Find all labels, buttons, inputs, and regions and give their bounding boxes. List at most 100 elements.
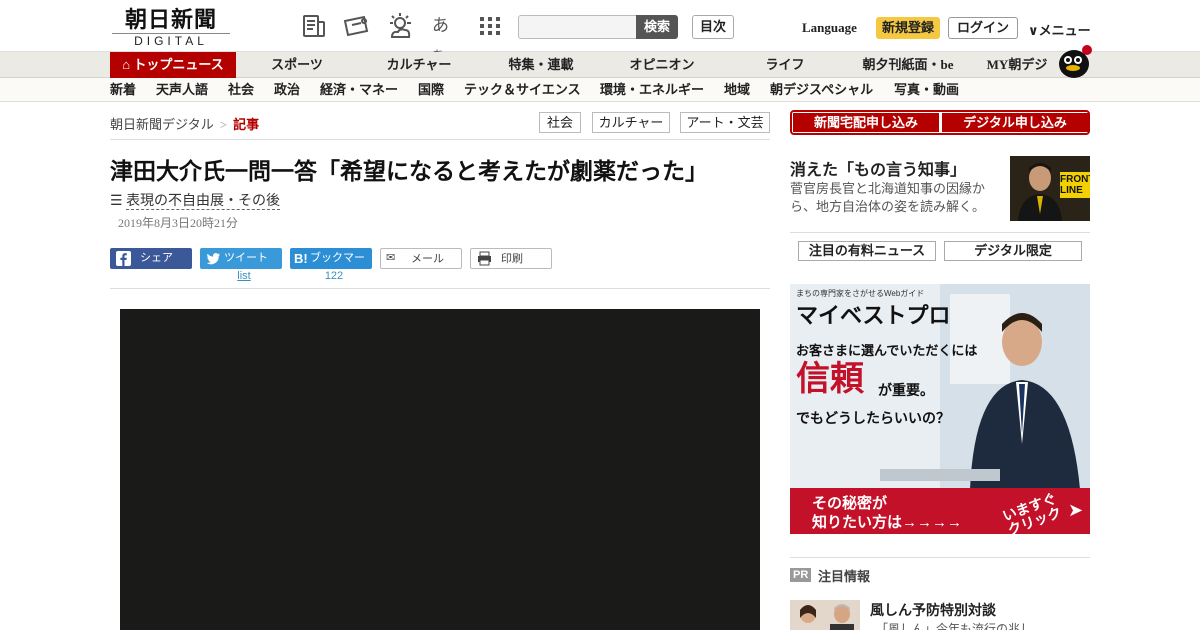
nav-item-my[interactable]: MY朝デジ (982, 52, 1052, 78)
ad-brand: マイベストプロ (796, 303, 951, 328)
breadcrumb: 朝日新聞デジタル > 記事 (110, 114, 259, 133)
subscribe-digital-button[interactable]: デジタル申し込み (942, 113, 1088, 132)
breadcrumb-separator: > (219, 117, 228, 132)
facebook-label: シェア (140, 252, 173, 264)
home-icon: ⌂ (122, 57, 131, 72)
subnav-item[interactable]: 天声人語 (156, 78, 208, 102)
nav-item-top-news[interactable]: ⌂ トップニュース (110, 52, 236, 78)
hatena-icon: B! (294, 251, 308, 266)
nav-item-paper[interactable]: 朝夕刊紙面・be (856, 52, 960, 78)
site-header: 朝日新聞 DIGITAL ああ 検索 目次 Language 新規登録 ログイン… (0, 0, 1200, 62)
pr-section-title: 注目情報 (818, 569, 871, 584)
subnav-item[interactable]: 新着 (110, 78, 136, 102)
nav-item-opinion[interactable]: オピニオン (622, 52, 702, 78)
nav-item-features[interactable]: 特集・連載 (502, 52, 580, 78)
subnav-item[interactable]: 地域 (724, 78, 750, 102)
divider (790, 232, 1090, 233)
sub-nav: 新着 天声人語 社会 政治 経済・マネー 国際 テック＆サイエンス 環境・エネル… (0, 78, 1200, 102)
tab-digital-only[interactable]: デジタル限定 (944, 241, 1082, 261)
tag-culture[interactable]: カルチャー (592, 112, 670, 133)
nav-item-culture[interactable]: カルチャー (380, 52, 458, 78)
ad-cta1: その秘密が (812, 495, 888, 512)
pr-photo (790, 600, 860, 630)
subnav-item[interactable]: 写真・動画 (894, 78, 959, 102)
subscribe-bar: 新聞宅配申し込み デジタル申し込み (790, 110, 1090, 135)
tag-society[interactable]: 社会 (539, 112, 581, 133)
feature-thumbnail[interactable]: FRONT LINE (1010, 156, 1090, 221)
print-icon (478, 251, 491, 266)
pr-headline[interactable]: 風しん予防特別対談 (870, 600, 996, 620)
site-logo[interactable]: 朝日新聞 DIGITAL (112, 7, 230, 47)
tag-art[interactable]: アート・文芸 (680, 112, 770, 133)
main-nav: ⌂ トップニュース スポーツ カルチャー 特集・連載 オピニオン ライフ 朝夕刊… (0, 52, 1200, 78)
divider (110, 139, 770, 140)
font-size-icon[interactable]: ああ (432, 12, 460, 62)
pr-thumbnail[interactable] (790, 600, 860, 630)
language-link[interactable]: Language (802, 20, 857, 36)
nav-label: トップニュース (133, 57, 224, 72)
feature-logo-text: FRONT LINE (1060, 174, 1090, 196)
subnav-item[interactable]: 政治 (274, 78, 300, 102)
mascot-icon (1056, 44, 1092, 78)
twitter-icon (206, 253, 220, 265)
mail-label: メール (411, 253, 444, 265)
facebook-icon (116, 251, 131, 266)
grid-menu-icon[interactable] (476, 12, 504, 40)
nav-item-sports[interactable]: スポーツ (262, 52, 332, 78)
mail-button[interactable]: ✉ メール (380, 248, 462, 269)
subnav-item[interactable]: 国際 (418, 78, 444, 102)
logo-text: 朝日新聞 (124, 7, 217, 32)
pr-badge: PR (790, 568, 812, 582)
menu-button[interactable]: ∨メニュー (1028, 20, 1091, 39)
nav-item-life[interactable]: ライフ (760, 52, 810, 78)
signup-button[interactable]: 新規登録 (876, 17, 940, 39)
tab-paid-news[interactable]: 注目の有料ニュース (798, 241, 936, 261)
subnav-item[interactable]: 朝デジスペシャル (770, 78, 873, 102)
list-icon: ☰ (110, 194, 123, 209)
article-title: 津田大介氏一問一答「希望になると考えたが劇薬だった」 (110, 159, 708, 184)
ad-big-text: 信頼 (796, 361, 864, 398)
newspaper-icon[interactable] (300, 12, 328, 40)
series-label: 表現の不自由展・その後 (126, 194, 281, 210)
ad-banner[interactable]: まちの専門家をさがせるWebガイド マイベストプロ お客さまに選んでいただくには… (790, 284, 1090, 534)
series-link[interactable]: ☰ 表現の不自由展・その後 (110, 190, 281, 210)
ad-cta2: 知りたい方は→→→→ (812, 514, 963, 531)
facebook-share-button[interactable]: シェア (110, 248, 192, 269)
subnav-item[interactable]: 環境・エネルギー (600, 78, 704, 102)
search-input[interactable] (518, 15, 638, 39)
menu-label: メニュー (1038, 23, 1091, 38)
twitter-share-button[interactable]: ツイート (200, 248, 282, 269)
hatena-bookmark-button[interactable]: B! ブックマーク (290, 248, 372, 285)
subnav-item[interactable]: テック＆サイエンス (464, 78, 581, 102)
logo-subtext: DIGITAL (112, 33, 230, 47)
article-date: 2019年8月3日20時21分 (118, 216, 239, 230)
chevron-down-icon: ∨ (1028, 23, 1039, 38)
subnav-item[interactable]: 経済・マネー (320, 78, 398, 102)
cursor-icon: ➤ (1068, 500, 1084, 520)
divider (110, 288, 770, 289)
twitter-label: ツイート (224, 252, 268, 264)
subscribe-paper-button[interactable]: 新聞宅配申し込み (793, 113, 939, 132)
search-button[interactable]: 検索 (636, 15, 678, 39)
index-button[interactable]: 目次 (692, 15, 734, 39)
ad-line1: お客さまに選んでいただくには (796, 343, 978, 358)
divider (790, 557, 1090, 558)
ad-line3: でもどうしたらいいの？ (796, 412, 950, 427)
twitter-count[interactable]: list (200, 270, 288, 282)
pr-subtext: 「風しん」今年も流行の兆し (876, 622, 1033, 630)
login-button[interactable]: ログイン (948, 17, 1018, 39)
feature-description: 菅官房長官と北海道知事の因縁から、地方自治体の姿を読み解く。 (790, 181, 986, 214)
mail-icon: ✉ (386, 252, 396, 264)
feature-title[interactable]: 消えた「もの言う知事」 (790, 156, 966, 180)
print-label: 印刷 (501, 253, 523, 265)
weather-icon[interactable] (386, 12, 414, 40)
subnav-item[interactable]: 社会 (228, 78, 254, 102)
print-button[interactable]: 印刷 (470, 248, 552, 269)
breadcrumb-current: 記事 (233, 117, 260, 132)
hatena-label: ブックマーク (310, 252, 365, 285)
ticket-icon[interactable] (342, 12, 370, 40)
breadcrumb-home[interactable]: 朝日新聞デジタル (110, 117, 214, 132)
hatena-count[interactable]: 122 (290, 270, 378, 282)
video-player[interactable] (120, 309, 760, 630)
ad-line2: が重要。 (878, 384, 934, 399)
